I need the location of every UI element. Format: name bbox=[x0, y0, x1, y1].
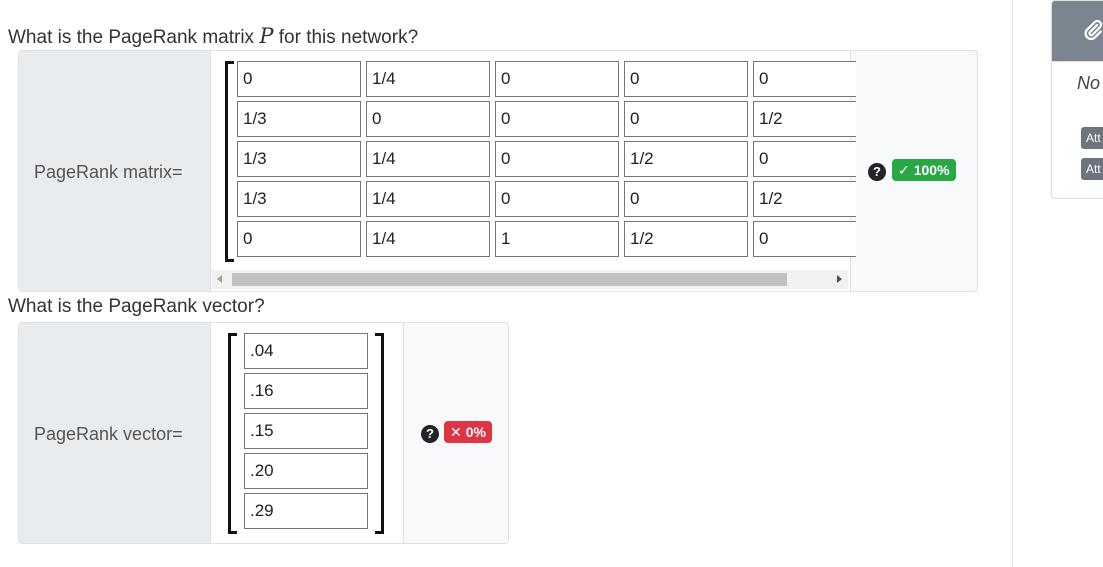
sidebar-divider bbox=[1012, 0, 1013, 567]
score-badge-correct: ✓ 100% bbox=[892, 159, 956, 181]
vector-input-area: .04 .16 .15 .20 .29 bbox=[211, 323, 404, 543]
no-attachments-text: No bbox=[1077, 73, 1101, 93]
x-icon: ✕ bbox=[450, 424, 462, 440]
vector-cell-input[interactable]: .20 bbox=[244, 453, 368, 489]
matrix-label: PageRank matrix= bbox=[34, 162, 183, 182]
matrix-cell-input[interactable]: 1/4 bbox=[366, 221, 490, 257]
page: What is the PageRank matrix P for this n… bbox=[0, 0, 1103, 567]
matrix-cell-input[interactable]: 0 bbox=[624, 61, 748, 97]
matrix-cell-input[interactable]: 1/3 bbox=[237, 101, 361, 137]
matrix-cell-input[interactable]: 0 bbox=[624, 101, 748, 137]
math-symbol-p: P bbox=[259, 24, 274, 48]
matrix-cell-input[interactable]: 0 bbox=[495, 101, 619, 137]
scroll-thumb[interactable] bbox=[232, 273, 787, 286]
vector-label: PageRank vector= bbox=[34, 424, 183, 444]
matrix-cell-input[interactable]: 0 bbox=[366, 101, 490, 137]
matrix-cell-input[interactable]: 0 bbox=[753, 141, 856, 177]
vector-cell-input[interactable]: .15 bbox=[244, 413, 368, 449]
attachments-panel: No Att Att bbox=[1051, 0, 1103, 199]
score-text: 100% bbox=[913, 162, 950, 178]
matrix-cell-input[interactable]: 0 bbox=[624, 181, 748, 217]
vector-left-bracket bbox=[228, 333, 237, 534]
matrix-cell-input[interactable]: 1/2 bbox=[753, 101, 856, 137]
vector-label-cell: PageRank vector= bbox=[19, 323, 211, 543]
panel-separator bbox=[1052, 61, 1103, 62]
matrix-cell-input[interactable]: 1/4 bbox=[366, 181, 490, 217]
score-text: 0% bbox=[465, 424, 486, 440]
scroll-left-arrow-icon[interactable] bbox=[217, 275, 222, 283]
score-badge-incorrect: ✕ 0% bbox=[444, 421, 492, 443]
attach-button[interactable]: Att bbox=[1081, 127, 1103, 149]
vector-answer-card: PageRank vector= .04 .16 .15 .20 .29 ? ✕ 0% bbox=[18, 322, 509, 544]
question-circle-icon[interactable]: ? bbox=[421, 425, 439, 443]
question-vector-prompt: What is the PageRank vector? bbox=[8, 296, 265, 318]
matrix-cell-input[interactable]: 1/4 bbox=[366, 141, 490, 177]
matrix-cell-input[interactable]: 0 bbox=[495, 181, 619, 217]
vector-cell-input[interactable]: .04 bbox=[244, 333, 368, 369]
matrix-cell-input[interactable]: 0 bbox=[753, 61, 856, 97]
vector-cell-input[interactable]: .29 bbox=[244, 493, 368, 529]
matrix-answer-card: PageRank matrix= 0 1/4 0 0 0 1/3 0 0 0 1/2 1/3 1/4 0… bbox=[18, 50, 978, 292]
attach-button[interactable]: Att bbox=[1081, 158, 1103, 180]
matrix-cell-input[interactable]: 0 bbox=[753, 221, 856, 257]
scroll-right-arrow-icon[interactable] bbox=[837, 275, 842, 283]
matrix-cell-input[interactable]: 1 bbox=[495, 221, 619, 257]
matrix-cell-input[interactable]: 1/3 bbox=[237, 141, 361, 177]
matrix-cell-input[interactable]: 1/4 bbox=[366, 61, 490, 97]
matrix-cell-input[interactable]: 0 bbox=[237, 61, 361, 97]
matrix-horizontal-scrollbar[interactable] bbox=[211, 270, 848, 289]
paperclip-icon bbox=[1084, 19, 1103, 41]
matrix-cell-input[interactable]: 0 bbox=[495, 61, 619, 97]
matrix-cell-input[interactable]: 1/3 bbox=[237, 181, 361, 217]
matrix-cell-input[interactable]: 0 bbox=[495, 141, 619, 177]
matrix-cell-input[interactable]: 1/2 bbox=[624, 221, 748, 257]
check-icon: ✓ bbox=[898, 162, 910, 178]
matrix-cell-input[interactable]: 1/2 bbox=[753, 181, 856, 217]
vector-right-bracket bbox=[375, 333, 384, 534]
matrix-cell-input[interactable]: 0 bbox=[237, 221, 361, 257]
prompt-text: What is the PageRank vector? bbox=[8, 296, 265, 317]
attachments-panel-header bbox=[1052, 1, 1103, 61]
vector-cell-input[interactable]: .16 bbox=[244, 373, 368, 409]
prompt-text-suffix: for this network? bbox=[273, 27, 419, 48]
question-circle-icon[interactable]: ? bbox=[868, 163, 886, 181]
prompt-text: What is the PageRank matrix bbox=[8, 27, 260, 48]
matrix-input-area: 0 1/4 0 0 0 1/3 0 0 0 1/2 1/3 1/4 0 1/2 0 1/3 1/4 0 0 1/2 0 1… bbox=[211, 51, 856, 291]
matrix-cell-input[interactable]: 1/2 bbox=[624, 141, 748, 177]
matrix-label-cell: PageRank matrix= bbox=[19, 51, 211, 291]
matrix-left-bracket bbox=[225, 61, 234, 262]
question-matrix-prompt: What is the PageRank matrix P for this n… bbox=[8, 24, 418, 49]
